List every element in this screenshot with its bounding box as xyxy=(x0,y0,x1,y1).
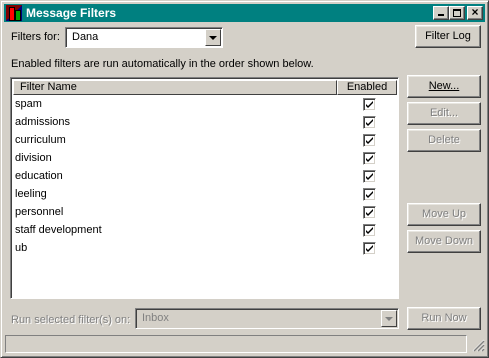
checkmark-icon xyxy=(366,209,373,216)
new-button[interactable]: New... xyxy=(407,75,481,98)
table-row[interactable]: leeling xyxy=(13,185,397,203)
checkmark-icon xyxy=(366,155,373,162)
table-row[interactable]: personnel xyxy=(13,203,397,221)
list-rows: spam admissions curriculum division educatio… xyxy=(13,95,397,257)
filters-for-label-text: Filters for: xyxy=(11,31,60,43)
move-up-button[interactable]: Move Up xyxy=(407,203,481,226)
chevron-down-icon[interactable] xyxy=(205,29,221,46)
filters-for-value: Dana xyxy=(72,31,99,43)
column-header-filter-name[interactable]: Filter Name xyxy=(13,80,337,95)
checkmark-icon xyxy=(366,227,373,234)
move-down-button[interactable]: Move Down xyxy=(407,230,481,253)
run-now-button[interactable]: Run Now xyxy=(407,307,481,330)
checkmark-icon xyxy=(366,173,373,180)
filter-name: staff development xyxy=(15,224,102,236)
filter-name: curriculum xyxy=(15,134,66,146)
filters-for-dropdown[interactable]: Dana xyxy=(65,27,223,48)
filter-list[interactable]: Filter Name Enabled spam admissions curric… xyxy=(10,77,399,299)
enabled-checkbox[interactable] xyxy=(363,224,376,237)
table-row[interactable]: admissions xyxy=(13,113,397,131)
enabled-checkbox[interactable] xyxy=(363,98,376,111)
filter-name: leeling xyxy=(15,188,47,200)
run-on-label: Run selected filter(s) on: xyxy=(11,314,131,326)
checkmark-icon xyxy=(366,119,373,126)
status-bar xyxy=(5,335,467,353)
run-now-button-label: Run Now xyxy=(421,312,467,324)
list-header: Filter Name Enabled xyxy=(13,80,397,95)
resize-grip-icon[interactable] xyxy=(471,338,485,352)
column-header-enabled[interactable]: Enabled xyxy=(337,80,397,95)
chevron-down-icon[interactable] xyxy=(381,310,397,327)
maximize-icon[interactable] xyxy=(449,6,465,20)
filter-name: ub xyxy=(15,242,28,254)
table-row[interactable]: curriculum xyxy=(13,131,397,149)
move-down-button-label: Move Down xyxy=(414,235,474,247)
close-icon[interactable]: × xyxy=(467,5,483,20)
info-text: Enabled filters are run automatically in… xyxy=(11,58,314,70)
filter-name: spam xyxy=(15,98,42,110)
filter-name: personnel xyxy=(15,206,64,218)
table-row[interactable]: staff development xyxy=(13,221,397,239)
new-button-label: New... xyxy=(428,80,460,92)
table-row[interactable]: ub xyxy=(13,239,397,257)
filter-log-button[interactable]: Filter Log xyxy=(415,25,481,48)
delete-button[interactable]: Delete xyxy=(407,129,481,152)
checkmark-icon xyxy=(366,137,373,144)
checkmark-icon xyxy=(366,245,373,252)
enabled-checkbox[interactable] xyxy=(363,242,376,255)
window-title: Message Filters xyxy=(26,6,117,20)
filter-name: division xyxy=(15,152,52,164)
checkmark-icon xyxy=(366,191,373,198)
message-filters-window: Message Filters × Filters for: Dana Filt… xyxy=(0,0,489,358)
enabled-checkbox[interactable] xyxy=(363,116,376,129)
filters-for-label: Filters for: xyxy=(11,31,60,43)
app-icon[interactable] xyxy=(6,5,22,21)
delete-button-label: Delete xyxy=(428,134,460,146)
move-up-button-label: Move Up xyxy=(421,208,467,220)
enabled-checkbox[interactable] xyxy=(363,134,376,147)
filter-name: education xyxy=(15,170,63,182)
table-row[interactable]: education xyxy=(13,167,397,185)
filter-name: admissions xyxy=(15,116,71,128)
run-on-value: Inbox xyxy=(142,312,169,324)
enabled-checkbox[interactable] xyxy=(363,188,376,201)
checkmark-icon xyxy=(366,101,373,108)
enabled-checkbox[interactable] xyxy=(363,152,376,165)
title-bar[interactable]: Message Filters × xyxy=(4,4,485,22)
run-on-dropdown[interactable]: Inbox xyxy=(135,308,399,329)
table-row[interactable]: spam xyxy=(13,95,397,113)
enabled-checkbox[interactable] xyxy=(363,206,376,219)
table-row[interactable]: division xyxy=(13,149,397,167)
enabled-checkbox[interactable] xyxy=(363,170,376,183)
minimize-icon[interactable] xyxy=(433,6,449,20)
edit-button[interactable]: Edit... xyxy=(407,102,481,125)
edit-button-label: Edit... xyxy=(429,107,459,119)
